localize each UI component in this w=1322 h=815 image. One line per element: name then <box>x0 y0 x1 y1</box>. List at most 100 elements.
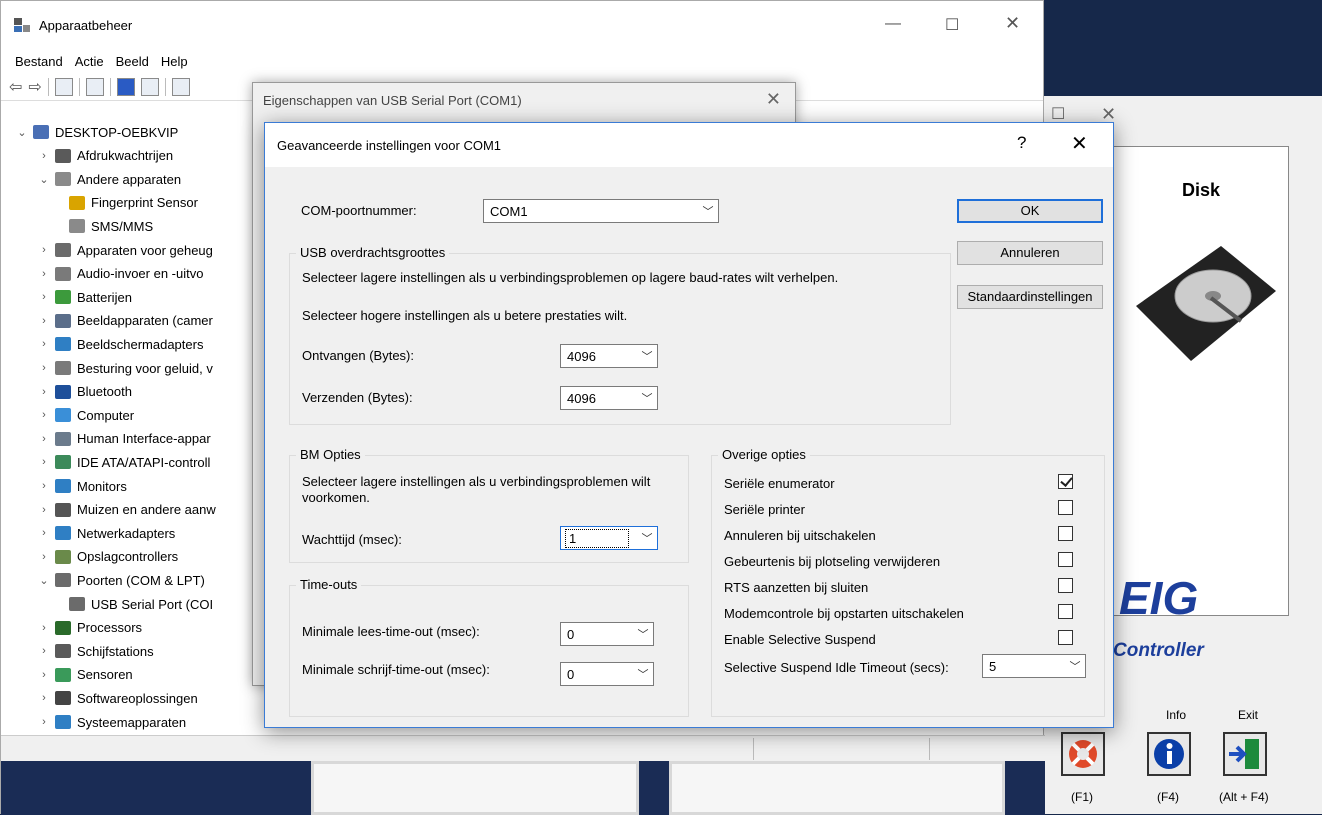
tree-item[interactable]: › Beeldapparaten (camer <box>37 310 213 332</box>
chevron-right-icon[interactable]: › <box>37 315 51 327</box>
latency-select[interactable]: 1 ﹀ <box>560 526 658 550</box>
misc-option-checkbox[interactable] <box>1058 526 1073 541</box>
chevron-right-icon[interactable]: › <box>37 433 51 445</box>
tree-item[interactable]: Fingerprint Sensor <box>59 192 198 214</box>
tree-item[interactable]: › Netwerkadapters <box>37 522 175 544</box>
chevron-right-icon[interactable]: › <box>37 669 51 681</box>
defaults-button[interactable]: Standaardinstellingen <box>957 285 1103 309</box>
back-arrow-icon[interactable]: ⇦ <box>9 77 22 97</box>
tree-item[interactable]: ⌄ Poorten (COM & LPT) <box>37 569 204 591</box>
help-button[interactable] <box>1061 732 1105 776</box>
tree-item[interactable]: › Systeemapparaten <box>37 711 186 733</box>
devmgr-minimize-icon[interactable]: — <box>885 15 901 33</box>
misc-option-checkbox[interactable] <box>1058 500 1073 515</box>
tree-item[interactable]: USB Serial Port (COI <box>59 593 213 615</box>
send-size-select[interactable]: 4096 ﹀ <box>560 386 658 410</box>
chevron-right-icon[interactable]: › <box>37 716 51 728</box>
tree-item[interactable]: › Audio-invoer en -uitvo <box>37 263 203 285</box>
chevron-right-icon[interactable]: › <box>37 409 51 421</box>
chevron-right-icon[interactable]: › <box>37 150 51 162</box>
misc-option-checkbox[interactable] <box>1058 474 1073 489</box>
tree-item[interactable]: › Apparaten voor geheug <box>37 239 213 261</box>
tree-item[interactable]: › Monitors <box>37 475 127 497</box>
info-button[interactable] <box>1147 732 1191 776</box>
chevron-right-icon[interactable]: › <box>37 291 51 303</box>
tree-item[interactable]: › Muizen en andere aanw <box>37 499 216 521</box>
chevron-down-icon[interactable]: ⌄ <box>37 574 51 587</box>
devmgr-maximize-icon[interactable]: ☐ <box>945 15 959 35</box>
tree-item[interactable]: › Softwareoplossingen <box>37 687 198 709</box>
chevron-right-icon[interactable]: › <box>37 551 51 563</box>
read-timeout-select[interactable]: 0 ﹀ <box>560 622 654 646</box>
tree-item[interactable]: › Bluetooth <box>37 381 132 403</box>
update-driver-icon[interactable] <box>85 77 104 96</box>
menu-help[interactable]: Help <box>155 52 194 71</box>
bm-group-legend: BM Opties <box>296 447 365 462</box>
tree-item[interactable]: › Computer <box>37 404 134 426</box>
chevron-right-icon[interactable]: › <box>37 645 51 657</box>
tree-item[interactable]: › Sensoren <box>37 664 133 686</box>
tree-item[interactable]: › Besturing voor geluid, v <box>37 357 213 379</box>
maximize-icon[interactable]: ☐ <box>1051 104 1065 124</box>
read-timeout-label: Minimale lees-time-out (msec): <box>302 624 480 639</box>
tree-item[interactable]: ⌄ DESKTOP-OEBKVIP <box>15 121 178 143</box>
misc-option-checkbox[interactable] <box>1058 604 1073 619</box>
tree-item[interactable]: › Afdrukwachtrijen <box>37 145 173 167</box>
misc-option-checkbox[interactable] <box>1058 552 1073 567</box>
tree-item[interactable]: › Human Interface-appar <box>37 428 211 450</box>
controller-label: Controller <box>1113 640 1204 661</box>
cancel-button[interactable]: Annuleren <box>957 241 1103 265</box>
tree-item[interactable]: ⌄ Andere apparaten <box>37 168 181 190</box>
forward-arrow-icon[interactable]: ⇨ <box>28 77 41 97</box>
tree-item[interactable]: › Schijfstations <box>37 640 153 662</box>
help-icon[interactable] <box>116 77 135 96</box>
misc-option-checkbox[interactable] <box>1058 630 1073 645</box>
tree-item[interactable]: › Beeldschermadapters <box>37 333 203 355</box>
chevron-right-icon[interactable]: › <box>37 622 51 634</box>
write-timeout-select[interactable]: 0 ﹀ <box>560 662 654 686</box>
menu-beeld[interactable]: Beeld <box>110 52 155 71</box>
properties-icon[interactable] <box>54 77 73 96</box>
chevron-down-icon: ﹀ <box>702 206 714 218</box>
menu-bestand[interactable]: Bestand <box>9 52 69 71</box>
device-category-icon <box>55 479 71 493</box>
misc-option-checkbox[interactable] <box>1058 578 1073 593</box>
dialog-close-icon[interactable]: ✕ <box>1071 131 1088 156</box>
timeouts-group-legend: Time-outs <box>296 577 362 592</box>
f4-key-label: (F4) <box>1157 790 1179 804</box>
chevron-right-icon[interactable]: › <box>37 692 51 704</box>
exit-label: Exit <box>1238 708 1259 722</box>
chevron-right-icon[interactable]: › <box>37 338 51 350</box>
help-question-icon[interactable]: ? <box>1017 133 1026 153</box>
tree-item[interactable]: › Batterijen <box>37 286 132 308</box>
chevron-down-icon[interactable]: ⌄ <box>37 173 51 186</box>
ok-button[interactable]: OK <box>957 199 1103 223</box>
chevron-right-icon[interactable]: › <box>37 480 51 492</box>
scan-hardware-icon[interactable] <box>171 77 190 96</box>
tree-item[interactable]: › Processors <box>37 617 142 639</box>
chevron-right-icon[interactable]: › <box>37 527 51 539</box>
chevron-down-icon[interactable]: ⌄ <box>15 126 29 139</box>
chevron-right-icon[interactable]: › <box>37 386 51 398</box>
devmgr-close-icon[interactable]: ✕ <box>1005 13 1020 34</box>
chevron-right-icon[interactable]: › <box>37 268 51 280</box>
menu-actie[interactable]: Actie <box>69 52 110 71</box>
chevron-right-icon[interactable]: › <box>37 244 51 256</box>
write-timeout-label: Minimale schrijf-time-out (msec): <box>302 662 490 677</box>
tree-item[interactable]: › IDE ATA/ATAPI-controll <box>37 451 210 473</box>
tree-item[interactable]: › Opslagcontrollers <box>37 546 178 568</box>
properties-close-icon[interactable]: ✕ <box>766 89 781 110</box>
show-hidden-icon[interactable] <box>140 77 159 96</box>
chevron-right-icon[interactable]: › <box>37 504 51 516</box>
com-port-select[interactable]: COM1 ﹀ <box>483 199 719 223</box>
device-category-icon <box>55 290 71 305</box>
receive-size-select[interactable]: 4096 ﹀ <box>560 344 658 368</box>
chevron-right-icon[interactable]: › <box>37 362 51 374</box>
idle-timeout-select[interactable]: 5 ﹀ <box>982 654 1086 678</box>
exit-button[interactable] <box>1223 732 1267 776</box>
chevron-right-icon[interactable]: › <box>37 456 51 468</box>
misc-option-label: Seriële enumerator <box>724 476 835 491</box>
tree-item[interactable]: SMS/MMS <box>59 215 153 237</box>
tree-item-label: IDE ATA/ATAPI-controll <box>77 454 211 470</box>
lifebuoy-icon <box>1069 740 1097 768</box>
